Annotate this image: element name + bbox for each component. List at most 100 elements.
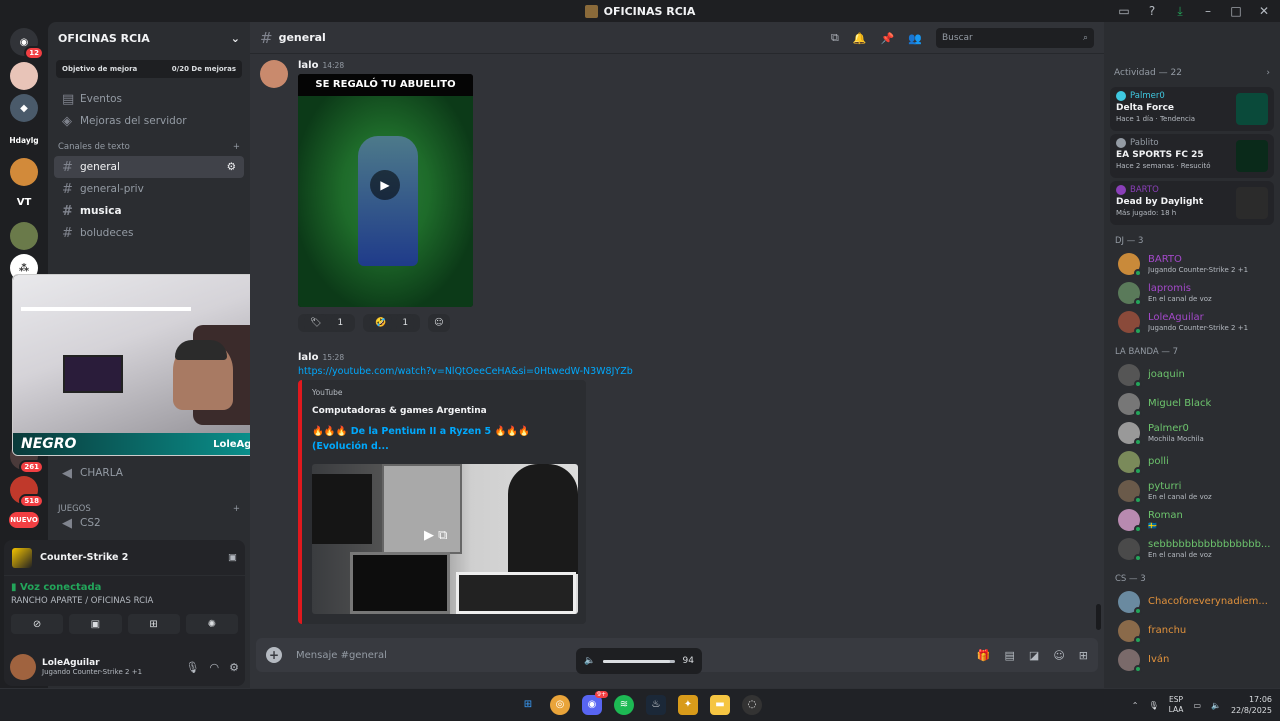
embed-channel[interactable]: Computadoras & games Argentina [312,406,576,416]
inbox-icon[interactable]: ▭ [1116,4,1132,18]
steam-icon[interactable]: ♨ [646,694,666,715]
current-game[interactable]: Counter-Strike 2 ▣ [4,540,245,576]
member-item[interactable]: BARTO Jugando Counter-Strike 2 +1 [1104,249,1280,278]
headphones-icon[interactable]: ◠ [210,661,220,674]
voice-channel-cs2[interactable]: ◀ CS2 [54,512,244,534]
activities-button[interactable]: ⊞ [127,614,180,634]
member-item[interactable]: Palmer0 Mochila Mochila [1104,418,1280,447]
unread-badge: 518 [19,494,44,508]
member-item[interactable]: sebbbbbbbbbbbbbbbb... En el canal de voz [1104,534,1280,563]
avatar [1118,421,1142,446]
minimize-button[interactable]: – [1200,4,1216,18]
spotify-icon[interactable]: ≋ [614,694,634,715]
reaction[interactable]: 🏷 1 [298,314,356,332]
home-button[interactable]: ◉ 12 [10,28,44,60]
member-item[interactable]: polli [1104,447,1280,476]
network-icon[interactable]: ▭ [1193,701,1201,710]
member-item[interactable]: franchu [1104,616,1280,645]
camera-off-button[interactable]: ⊘ [11,614,64,634]
sticker-icon[interactable]: ◪ [1029,649,1039,662]
play-icon[interactable]: ▶ [370,170,400,200]
member-item[interactable]: LoleAguilar Jugando Counter-Strike 2 +1 [1104,307,1280,336]
gift-icon[interactable]: 🎁 [977,649,991,662]
avatar [1118,479,1142,504]
download-icon[interactable]: ⤓ [1172,4,1188,19]
maximize-button[interactable]: □ [1228,4,1244,18]
member-item[interactable]: Miguel Black [1104,389,1280,418]
share-screen-button[interactable]: ▣ [69,614,122,634]
guild-header[interactable]: OFICINAS RCIA ⌄ [48,22,250,54]
threads-icon[interactable]: ⧉ [831,31,839,45]
message-author[interactable]: lalo 14:28 [298,60,344,71]
chevron-up-icon[interactable]: ⌃ [1132,701,1139,710]
member-item[interactable]: Roman 🇸🇪 [1104,505,1280,534]
mic-icon[interactable]: 🎙 [186,661,200,674]
scrollbar[interactable] [1096,604,1101,630]
app-icon[interactable]: ◌ [742,694,762,715]
chrome-icon[interactable]: ◎ [550,694,570,715]
server-icon[interactable] [10,62,38,90]
notifications-icon[interactable]: 🔔 [853,32,867,45]
voice-location[interactable]: RANCHO APARTE / OFICINAS RCIA [11,596,238,606]
folder-icon[interactable]: ▬ [710,694,730,715]
reaction[interactable]: 🤣 1 [363,314,421,332]
server-icon[interactable]: ◆ [10,94,38,122]
message-author[interactable]: lalo 15:28 [298,352,344,363]
apps-icon[interactable]: ⊞ [1079,649,1088,662]
add-reaction-icon[interactable]: ☺ [428,314,450,332]
member-list-icon[interactable]: 👥 [908,32,922,45]
cs2-icon[interactable]: ✦ [678,694,698,715]
volume-slider[interactable] [603,659,675,663]
boosts-link[interactable]: ◈ Mejoras del servidor [54,110,244,132]
voice-channel-charla[interactable]: ◀ CHARLA [54,462,244,484]
server-label-vt[interactable]: VT [10,188,38,216]
avatar[interactable] [10,654,36,680]
activity-header[interactable]: Actividad — 22 › [1104,62,1280,84]
activity-card[interactable]: BARTO Dead by Daylight Más jugado: 18 h [1110,181,1274,225]
member-item[interactable]: joaquin [1104,360,1280,389]
server-icon[interactable]: 518 [10,476,44,508]
channel-musica[interactable]: # musica [54,200,244,222]
add-channel-icon[interactable]: + [233,142,240,152]
video-thumbnail[interactable]: ▶ ⧉ [312,464,578,614]
channel-general[interactable]: # general ⚙ [54,156,244,178]
member-item[interactable]: Chacoforeverynadiem... [1104,587,1280,616]
emoji-icon[interactable]: ☺ [1053,649,1064,662]
server-icon[interactable] [10,158,38,186]
member-item[interactable]: lapromis En el canal de voz [1104,278,1280,307]
start-icon[interactable]: ⊞ [518,695,538,715]
embed-title[interactable]: 🔥🔥🔥 De la Pentium II a Ryzen 5 🔥🔥🔥 (Evol… [312,424,576,454]
avatar[interactable] [260,60,288,88]
user-settings-icon[interactable]: ⚙ [229,661,239,674]
activity-card[interactable]: Palmer0 Delta Force Hace 1 día · Tendenc… [1110,87,1274,131]
server-icon[interactable] [10,222,38,250]
language-indicator[interactable]: ESP LAA [1169,695,1184,715]
play-icon[interactable]: ▶ ⧉ [424,528,447,543]
volume-popup[interactable]: 🔈 94 [576,648,702,674]
channel-general-priv[interactable]: # general-priv [54,178,244,200]
screen-share-icon[interactable]: ▣ [228,552,237,563]
member-item[interactable]: Iván [1104,645,1280,674]
help-icon[interactable]: ? [1144,4,1160,18]
mic-icon[interactable]: 🎙 [1148,701,1158,710]
new-server-button[interactable]: NUEVO [9,512,39,528]
boost-goal[interactable]: Objetivo de mejora 0/20 De mejoras [56,60,242,78]
activity-card[interactable]: Pablito EA SPORTS FC 25 Hace 2 semanas ·… [1110,134,1274,178]
server-label-hdaylg[interactable]: Hdaylg [9,126,38,154]
close-button[interactable]: ✕ [1256,4,1272,18]
search-input[interactable]: Buscar ⌕ [936,28,1094,48]
soundboard-button[interactable]: ✺ [185,614,238,634]
member-item[interactable]: pyturri En el canal de voz [1104,476,1280,505]
volume-icon[interactable]: 🔈 [1211,701,1221,710]
pin-icon[interactable]: 📌 [881,32,895,45]
discord-icon[interactable]: ◉ 9+ [582,690,608,715]
clock[interactable]: 17:06 22/8/2025 [1231,694,1272,716]
events-link[interactable]: ▤ Eventos [54,88,244,110]
channel-boludeces[interactable]: # boludeces [54,222,244,244]
settings-icon[interactable]: ⚙ [227,161,236,173]
attach-icon[interactable]: + [266,647,282,663]
message-link[interactable]: https://youtube.com/watch?v=NlQtOeeCeHA&… [298,366,633,377]
video-attachment[interactable]: SE REGALÓ TU ABUELITO ▶ [298,74,473,307]
gif-icon[interactable]: ▤ [1005,649,1015,662]
text-channels-category[interactable]: Canales de texto + [56,138,242,156]
